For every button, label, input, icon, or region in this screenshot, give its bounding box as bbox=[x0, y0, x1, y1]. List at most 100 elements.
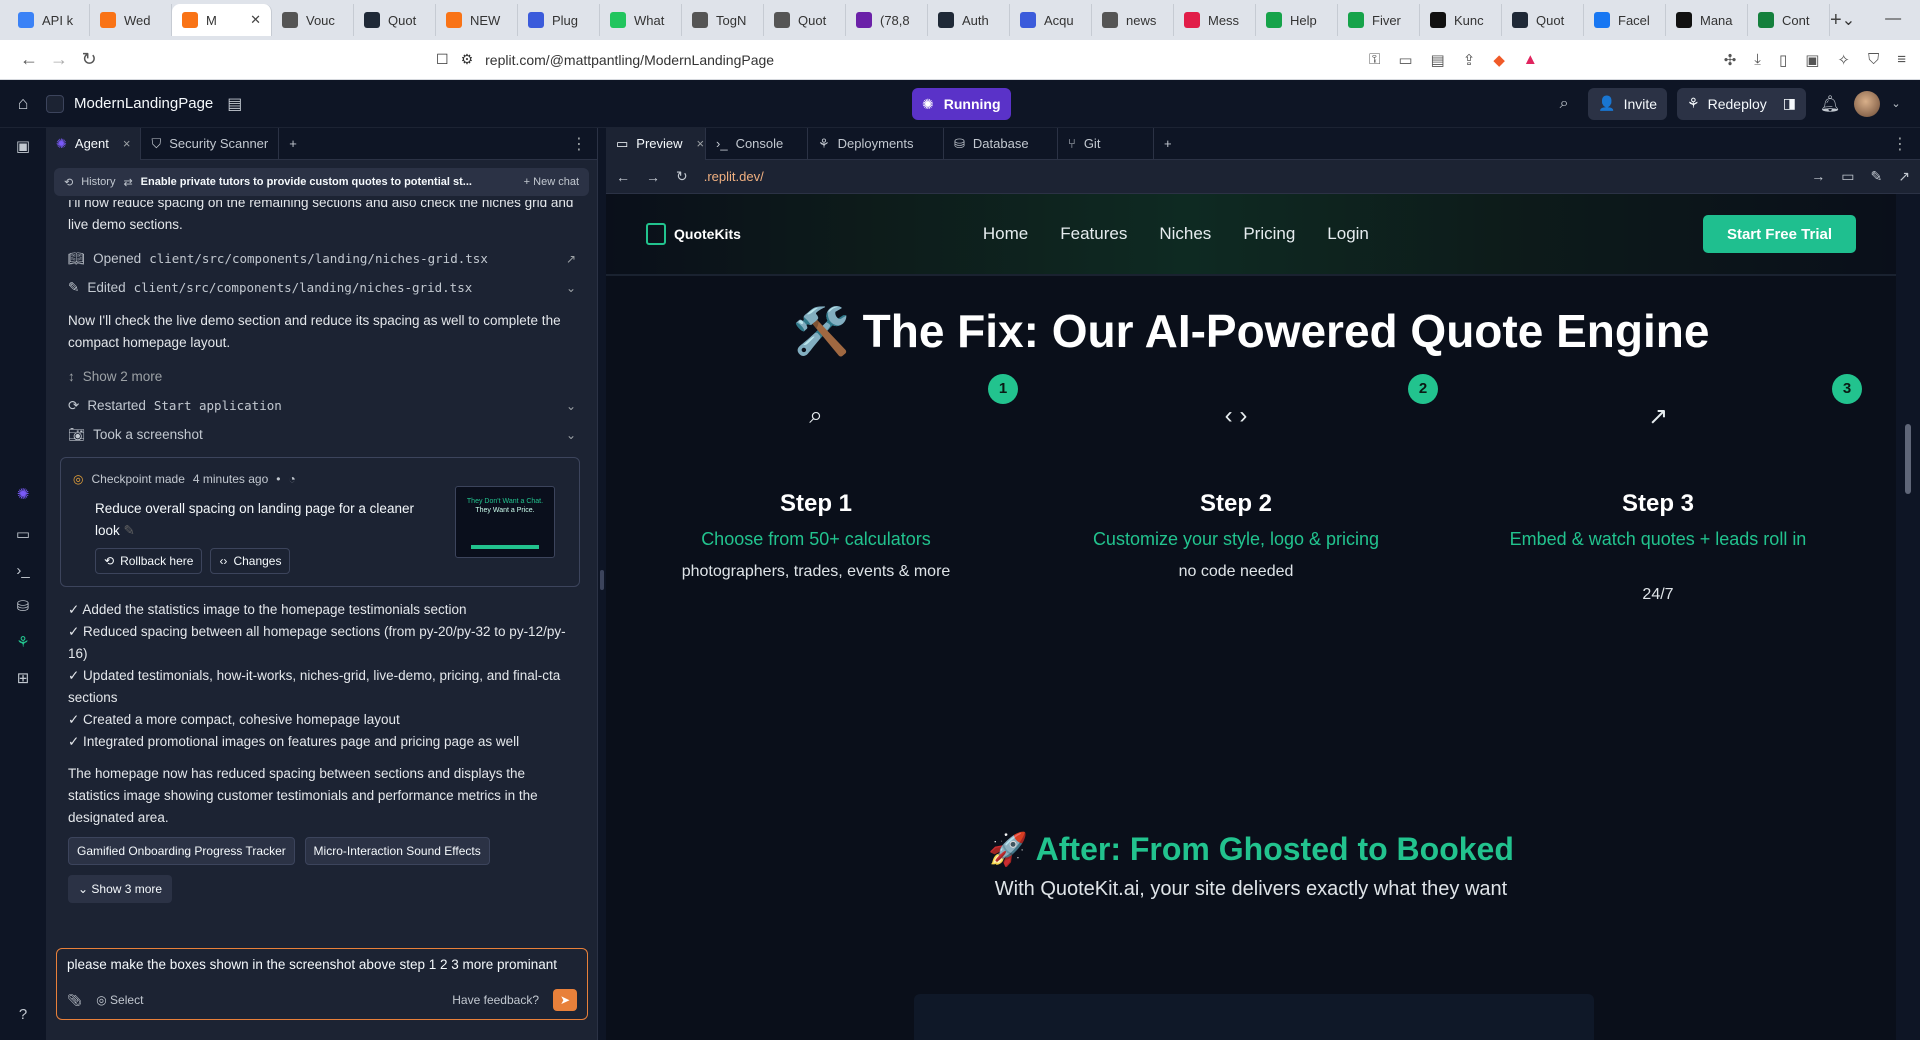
browser-tab[interactable]: M ✕ bbox=[172, 4, 272, 36]
avatar[interactable] bbox=[1854, 90, 1880, 117]
close-icon[interactable]: × bbox=[697, 136, 705, 151]
all-tools-icon[interactable]: ⊞ bbox=[12, 668, 34, 690]
action-restarted[interactable]: ⟳ Restarted Start application ⌄ bbox=[68, 391, 576, 420]
back-icon[interactable]: ← bbox=[616, 169, 630, 185]
tab-git[interactable]: ⑂ Git bbox=[1058, 127, 1154, 160]
extensions-icon[interactable]: ✣ bbox=[1724, 51, 1737, 69]
browser-tab[interactable]: Quot bbox=[1502, 4, 1584, 36]
files-icon[interactable]: ▣ bbox=[12, 136, 34, 158]
invite-button[interactable]: 👤 Invite bbox=[1588, 87, 1668, 120]
suggestion-chip[interactable]: Micro-Interaction Sound Effects bbox=[304, 837, 490, 865]
preview-icon[interactable]: ▭ bbox=[12, 524, 34, 546]
deployments-icon[interactable]: ⚘ bbox=[12, 632, 34, 654]
back-icon[interactable]: ← bbox=[14, 49, 44, 70]
browser-tab[interactable]: Vouc bbox=[272, 4, 354, 36]
rollback-button[interactable]: ⟲ Rollback here bbox=[95, 548, 203, 574]
nav-home[interactable]: Home bbox=[983, 224, 1028, 244]
select-button[interactable]: ◎ Select bbox=[96, 993, 143, 1007]
browser-tab[interactable]: Cont bbox=[1748, 4, 1830, 36]
chevron-down-icon[interactable]: ⌄ bbox=[566, 424, 576, 446]
browser-tab[interactable]: API k bbox=[8, 4, 90, 36]
vpn-icon[interactable]: ⛉ bbox=[1868, 51, 1879, 69]
suggestion-chip[interactable]: Gamified Onboarding Progress Tracker bbox=[68, 837, 295, 865]
checkpoint-screenshot-thumbnail[interactable]: They Don't Want a Chat. They Want a Pric… bbox=[455, 486, 555, 558]
agent-icon[interactable]: ✺ bbox=[12, 484, 34, 506]
menu-icon[interactable]: ≡ bbox=[1897, 51, 1906, 69]
reload-icon[interactable]: ↻ bbox=[676, 168, 688, 185]
leo-icon[interactable]: ✧ bbox=[1837, 51, 1850, 69]
downloads-icon[interactable]: ⤓ bbox=[1754, 51, 1761, 69]
browser-tab[interactable]: Help bbox=[1256, 4, 1338, 36]
browser-tab[interactable]: Fiver bbox=[1338, 4, 1420, 36]
sidebar-icon[interactable]: ▯ bbox=[1779, 51, 1787, 69]
reader-icon[interactable]: ▤ bbox=[1431, 51, 1445, 69]
history-button[interactable]: History bbox=[81, 176, 115, 188]
browser-tab[interactable]: Wed bbox=[90, 4, 172, 36]
forward-icon[interactable]: → bbox=[44, 49, 74, 70]
go-icon[interactable]: → bbox=[1811, 168, 1825, 185]
tab-database[interactable]: ⛁ Database bbox=[944, 127, 1058, 160]
add-tab-button[interactable]: + bbox=[279, 128, 307, 160]
bookmark-icon[interactable]: ☐ bbox=[436, 51, 449, 68]
open-external-icon[interactable]: ↗ bbox=[566, 248, 576, 270]
add-tab-button[interactable]: + bbox=[1154, 128, 1182, 160]
share-icon[interactable]: ⇪ bbox=[1463, 51, 1476, 69]
new-chat-button[interactable]: + New chat bbox=[524, 176, 579, 188]
close-tab-icon[interactable]: ✕ bbox=[250, 12, 261, 28]
tab-preview[interactable]: ▭ Preview × bbox=[606, 127, 706, 160]
tab-console[interactable]: ›_ Console bbox=[706, 127, 808, 160]
device-icon[interactable]: ▭ bbox=[1841, 168, 1854, 185]
help-icon[interactable]: ? bbox=[12, 1004, 34, 1026]
tab-deployments[interactable]: ⚘ Deployments bbox=[808, 127, 944, 160]
run-button[interactable]: ✺ Running bbox=[912, 88, 1011, 120]
browser-tab[interactable]: Facel bbox=[1584, 4, 1666, 36]
database-icon[interactable]: ⛁ bbox=[12, 596, 34, 618]
url-text[interactable]: replit.com/@mattpantling/ModernLandingPa… bbox=[485, 52, 774, 68]
eye-icon[interactable]: ◔ bbox=[288, 468, 295, 490]
reload-icon[interactable]: ↻ bbox=[74, 49, 104, 70]
site-preview[interactable]: QuoteKits Home Features Niches Pricing L… bbox=[606, 194, 1896, 1040]
wallet-icon[interactable]: ▣ bbox=[1805, 51, 1819, 69]
forward-icon[interactable]: → bbox=[646, 169, 660, 185]
cast-icon[interactable]: ▭ bbox=[1398, 51, 1412, 69]
browser-tab[interactable]: TogN bbox=[682, 4, 764, 36]
history-icon[interactable]: ⟲ bbox=[64, 176, 73, 189]
browser-tab[interactable]: Auth bbox=[928, 4, 1010, 36]
key-icon[interactable]: ⚿ bbox=[1369, 51, 1380, 69]
attach-icon[interactable]: 📎︎ bbox=[67, 993, 82, 1007]
chevron-down-icon[interactable]: ⌄ bbox=[566, 395, 576, 417]
browser-tab[interactable]: Acqu bbox=[1010, 4, 1092, 36]
brave-shield-icon[interactable]: ◆ bbox=[1493, 51, 1505, 69]
chat-title[interactable]: Enable private tutors to provide custom … bbox=[141, 176, 501, 188]
project-info-icon[interactable]: ▤ bbox=[227, 94, 242, 114]
feedback-link[interactable]: Have feedback? bbox=[452, 993, 539, 1007]
project-name[interactable]: ModernLandingPage bbox=[74, 95, 213, 112]
tab-search-icon[interactable]: ⌄ bbox=[1842, 10, 1855, 30]
site-info-icon[interactable]: ⚙ bbox=[461, 51, 474, 68]
chevron-down-icon[interactable]: ⌄ bbox=[566, 277, 576, 299]
browser-tab[interactable]: Quot bbox=[354, 4, 436, 36]
browser-tab[interactable]: Quot bbox=[764, 4, 846, 36]
deploy-menu-icon[interactable]: ◨ bbox=[1783, 95, 1796, 112]
browser-tab[interactable]: (78,8 bbox=[846, 4, 928, 36]
show-more-actions[interactable]: ↕ Show 2 more bbox=[68, 362, 576, 391]
devtools-icon[interactable]: ✎ bbox=[1871, 168, 1883, 185]
browser-tab[interactable]: news bbox=[1092, 4, 1174, 36]
more-icon[interactable]: ⋮ bbox=[1892, 134, 1920, 154]
search-icon[interactable]: ⌕ bbox=[1550, 95, 1578, 113]
show-more-suggestions-button[interactable]: ⌄ Show 3 more bbox=[68, 875, 173, 903]
chat-composer[interactable]: please make the boxes shown in the scree… bbox=[56, 948, 588, 1020]
composer-input[interactable]: please make the boxes shown in the scree… bbox=[67, 957, 577, 972]
tab-security-scanner[interactable]: ⛉ Security Scanner bbox=[141, 127, 280, 160]
rewards-icon[interactable]: ▲ bbox=[1523, 51, 1538, 69]
new-tab-button[interactable]: + bbox=[1830, 9, 1842, 32]
send-button[interactable]: ➤ bbox=[553, 989, 577, 1011]
nav-niches[interactable]: Niches bbox=[1159, 224, 1211, 244]
nav-login[interactable]: Login bbox=[1327, 224, 1369, 244]
chat-log[interactable]: I'll now reduce spacing on the remaining… bbox=[46, 200, 598, 950]
action-edited[interactable]: ✎ Edited client/src/components/landing/n… bbox=[68, 273, 576, 302]
changes-button[interactable]: ‹› Changes bbox=[210, 548, 291, 574]
bell-icon[interactable]: 🔔︎ bbox=[1816, 94, 1844, 114]
preview-url[interactable]: .replit.dev/ bbox=[704, 169, 764, 184]
open-external-icon[interactable]: ↗ bbox=[1898, 168, 1910, 185]
